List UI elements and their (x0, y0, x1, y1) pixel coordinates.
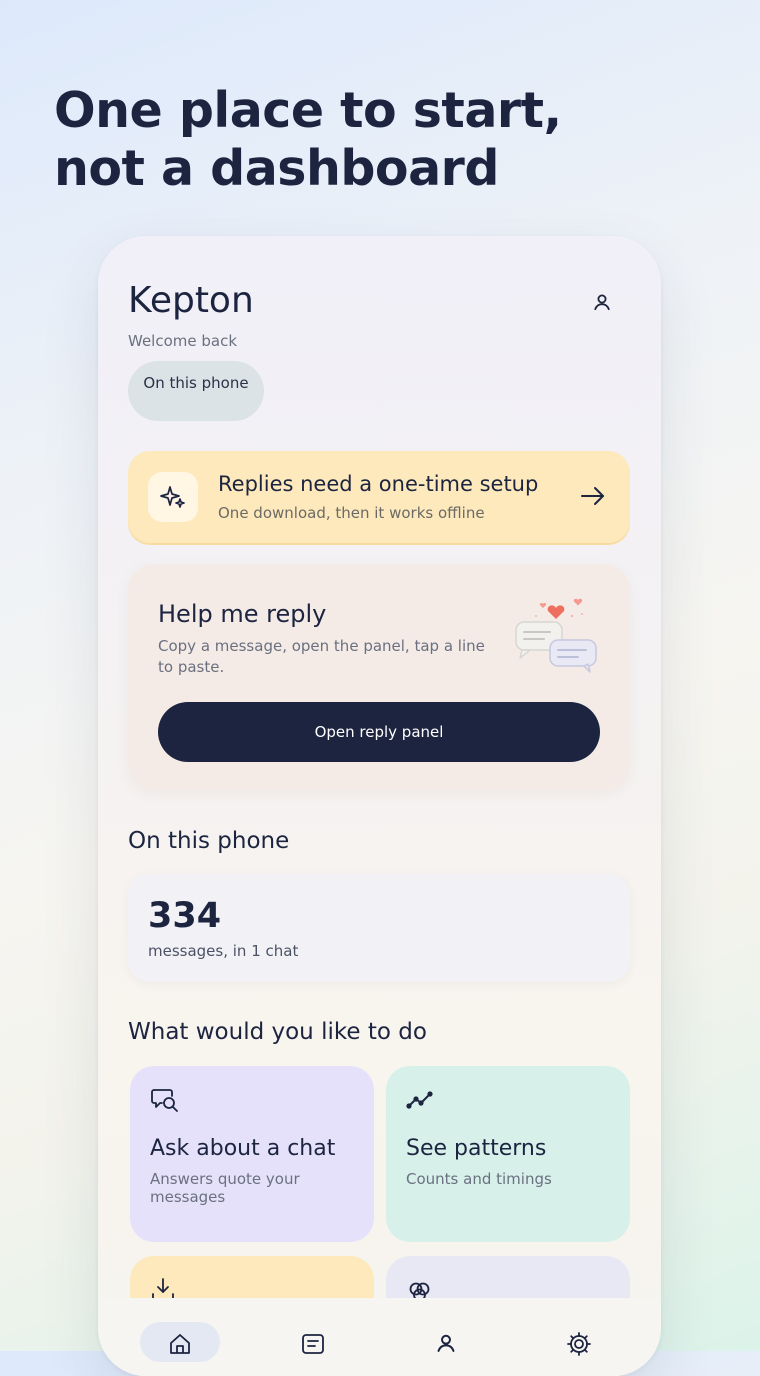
setup-banner[interactable]: Replies need a one-time setup One downlo… (128, 451, 630, 543)
phone-frame: Kepton Welcome back On this phone Replie… (98, 236, 661, 1376)
see-patterns-tile[interactable]: See patterns Counts and timings (386, 1066, 630, 1242)
user-icon (594, 294, 610, 311)
setup-title: Replies need a one-time setup (218, 472, 539, 496)
home-icon (170, 1334, 190, 1354)
sparkle-icon-box (148, 472, 198, 522)
tile-title: Ask about a chat (150, 1136, 336, 1161)
actions-section-title: What would you like to do (128, 1019, 427, 1045)
stats-card: 334 messages, in 1 chat (128, 874, 630, 982)
export-tile[interactable] (130, 1256, 374, 1298)
message-count-label: messages, in 1 chat (148, 942, 299, 960)
stats-section-title: On this phone (128, 828, 290, 854)
nav-chats[interactable] (273, 1322, 353, 1362)
settings-icon (567, 1332, 591, 1356)
reply-card: Help me reply Copy a message, open the p… (128, 564, 630, 790)
nav-home[interactable] (140, 1322, 220, 1362)
chat-search-icon (151, 1089, 178, 1112)
nav-settings[interactable] (539, 1322, 619, 1362)
headline-line-2: not a dashboard (54, 140, 499, 197)
chat-hearts-illustration (515, 598, 597, 673)
list-icon (302, 1334, 324, 1354)
headline: One place to start, not a dashboard (54, 82, 714, 198)
message-count: 334 (148, 896, 222, 936)
reply-title: Help me reply (158, 600, 327, 628)
device-chip[interactable]: On this phone (128, 361, 264, 421)
app-title: Kepton (128, 280, 254, 321)
circles-icon (409, 1282, 430, 1298)
compare-tile[interactable] (386, 1256, 630, 1298)
headline-line-1: One place to start, (54, 82, 562, 139)
reply-description: Copy a message, open the panel, tap a li… (158, 637, 485, 676)
sparkle-icon (160, 486, 185, 508)
arrow-right-icon (581, 487, 604, 505)
setup-subtitle: One download, then it works offline (218, 504, 485, 522)
ask-about-chat-tile[interactable]: Ask about a chat Answers quote your mess… (130, 1066, 374, 1242)
trend-line-icon (406, 1091, 433, 1109)
tile-subtitle: Answers quote your messages (150, 1170, 300, 1206)
profile-button[interactable] (586, 286, 618, 318)
open-reply-panel-button[interactable]: Open reply panel (158, 702, 600, 762)
nav-profile[interactable] (406, 1322, 486, 1362)
download-icon (152, 1278, 174, 1298)
tile-subtitle: Counts and timings (406, 1170, 552, 1188)
action-tiles: Ask about a chat Answers quote your mess… (98, 1062, 661, 1298)
welcome-text: Welcome back (128, 332, 238, 350)
tile-title: See patterns (406, 1136, 547, 1161)
bottom-nav (98, 1298, 661, 1376)
